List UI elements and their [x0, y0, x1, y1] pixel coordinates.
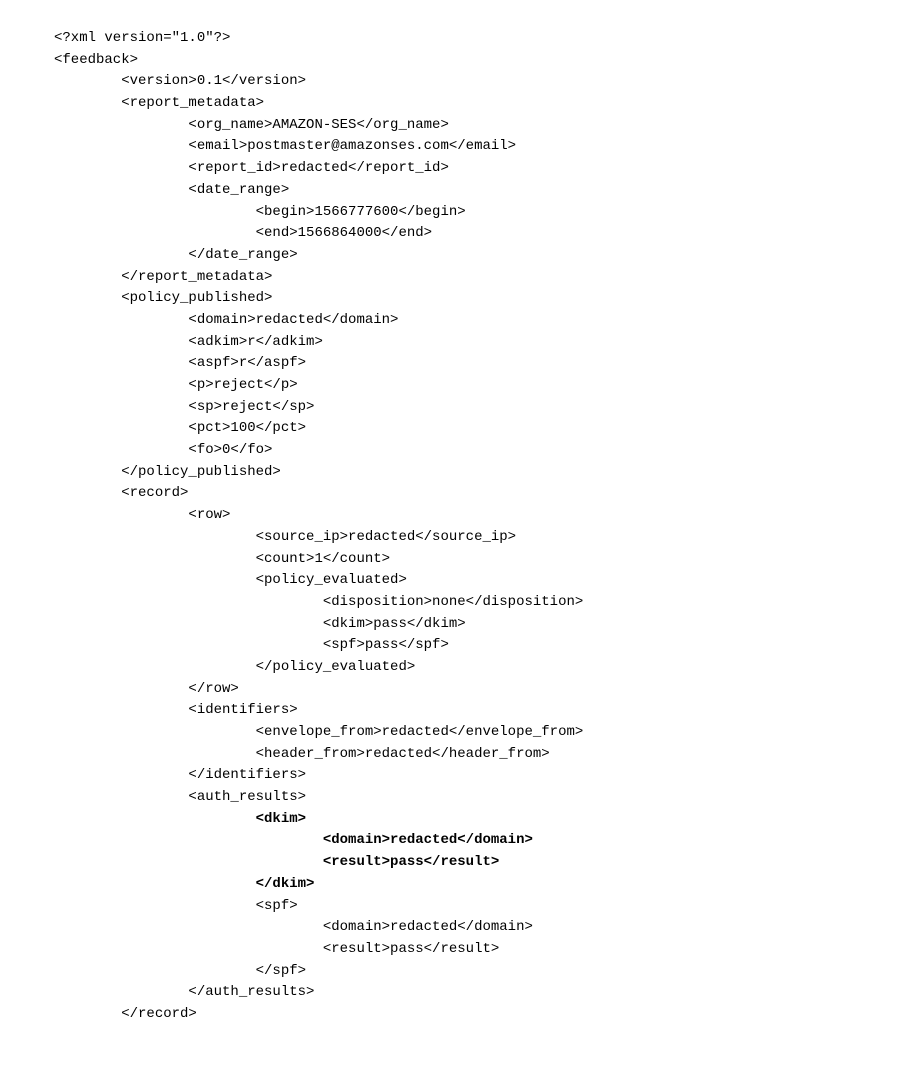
- code-line: <row>: [54, 505, 905, 527]
- code-line: </spf>: [54, 961, 905, 983]
- code-line: <dkim>: [54, 809, 905, 831]
- code-line: <domain>redacted</domain>: [54, 917, 905, 939]
- code-line: <identifiers>: [54, 700, 905, 722]
- code-line: <email>postmaster@amazonses.com</email>: [54, 136, 905, 158]
- code-line: <report_id>redacted</report_id>: [54, 158, 905, 180]
- code-line: <feedback>: [54, 50, 905, 72]
- code-line: <date_range>: [54, 180, 905, 202]
- code-line: <adkim>r</adkim>: [54, 332, 905, 354]
- code-line: <version>0.1</version>: [54, 71, 905, 93]
- code-line: <policy_published>: [54, 288, 905, 310]
- code-line: <fo>0</fo>: [54, 440, 905, 462]
- code-line: <aspf>r</aspf>: [54, 353, 905, 375]
- code-line: <spf>: [54, 896, 905, 918]
- code-line: <result>pass</result>: [54, 852, 905, 874]
- code-block: <?xml version="1.0"?><feedback> <version…: [0, 0, 905, 1066]
- code-line: </report_metadata>: [54, 267, 905, 289]
- code-line: <auth_results>: [54, 787, 905, 809]
- code-line: <envelope_from>redacted</envelope_from>: [54, 722, 905, 744]
- code-line: <org_name>AMAZON-SES</org_name>: [54, 115, 905, 137]
- code-line: <domain>redacted</domain>: [54, 310, 905, 332]
- code-line: <dkim>pass</dkim>: [54, 614, 905, 636]
- code-line: <policy_evaluated>: [54, 570, 905, 592]
- code-line: <header_from>redacted</header_from>: [54, 744, 905, 766]
- code-line: <p>reject</p>: [54, 375, 905, 397]
- code-line: </policy_published>: [54, 462, 905, 484]
- code-line: <end>1566864000</end>: [54, 223, 905, 245]
- code-line: <disposition>none</disposition>: [54, 592, 905, 614]
- code-line: <report_metadata>: [54, 93, 905, 115]
- code-line: <spf>pass</spf>: [54, 635, 905, 657]
- code-line: <source_ip>redacted</source_ip>: [54, 527, 905, 549]
- code-line: </row>: [54, 679, 905, 701]
- code-line: <domain>redacted</domain>: [54, 830, 905, 852]
- code-line: <sp>reject</sp>: [54, 397, 905, 419]
- code-line: <begin>1566777600</begin>: [54, 202, 905, 224]
- code-line: </auth_results>: [54, 982, 905, 1004]
- code-line: </date_range>: [54, 245, 905, 267]
- code-line: <record>: [54, 483, 905, 505]
- code-line: </record>: [54, 1004, 905, 1026]
- code-line: </identifiers>: [54, 765, 905, 787]
- code-line: <pct>100</pct>: [54, 418, 905, 440]
- code-line: </dkim>: [54, 874, 905, 896]
- code-line: <?xml version="1.0"?>: [54, 28, 905, 50]
- code-line: <result>pass</result>: [54, 939, 905, 961]
- code-line: </policy_evaluated>: [54, 657, 905, 679]
- code-line: <count>1</count>: [54, 549, 905, 571]
